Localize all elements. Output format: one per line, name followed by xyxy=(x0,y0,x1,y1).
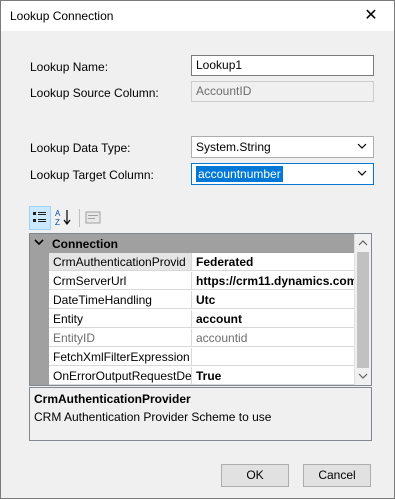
property-row[interactable]: Entity account xyxy=(30,310,355,329)
close-icon[interactable]: ✕ xyxy=(348,1,394,31)
lookup-source-field: AccountID xyxy=(191,81,374,102)
category-connection[interactable]: Connection xyxy=(30,234,355,253)
lookup-name-label: Lookup Name: xyxy=(30,60,109,74)
property-row[interactable]: FetchXmlFilterExpression xyxy=(30,348,355,367)
lookup-type-label: Lookup Data Type: xyxy=(30,141,131,155)
scroll-down-icon[interactable] xyxy=(358,371,368,381)
property-row[interactable]: OnErrorOutputRequestDe True xyxy=(30,367,355,385)
property-name: CrmServerUrl xyxy=(49,272,192,290)
property-name: FetchXmlFilterExpression xyxy=(49,348,192,366)
collapse-icon[interactable] xyxy=(34,236,46,250)
cancel-button[interactable]: Cancel xyxy=(303,464,371,487)
categorized-button[interactable] xyxy=(29,206,51,230)
property-name: CrmAuthenticationProvid xyxy=(49,253,192,271)
property-row[interactable]: CrmServerUrl https://crm11.dynamics.com xyxy=(30,272,355,291)
property-value: accountid xyxy=(192,329,355,347)
property-pages-button[interactable] xyxy=(83,206,105,230)
lookup-target-select[interactable]: accountnumber xyxy=(191,163,374,185)
lookup-name-field[interactable]: Lookup1 xyxy=(191,55,374,76)
lookup-type-select[interactable]: System.String xyxy=(191,136,374,158)
property-row[interactable]: DateTimeHandling Utc xyxy=(30,291,355,310)
property-value[interactable]: account xyxy=(192,310,355,328)
property-value[interactable] xyxy=(192,348,355,366)
category-label: Connection xyxy=(52,237,118,251)
property-grid[interactable]: Connection CrmAuthenticationProvid Feder… xyxy=(29,233,372,386)
property-name: OnErrorOutputRequestDe xyxy=(49,367,192,385)
chevron-down-icon xyxy=(357,170,367,176)
ok-button[interactable]: OK xyxy=(221,464,289,487)
property-pages-icon xyxy=(85,211,101,224)
toolbar-divider xyxy=(79,209,80,227)
property-value[interactable]: Federated xyxy=(192,253,355,271)
property-row[interactable]: CrmAuthenticationProvid Federated xyxy=(30,253,355,272)
property-value[interactable]: Utc xyxy=(192,291,355,309)
property-row[interactable]: EntityID accountid xyxy=(30,329,355,348)
description-text: CRM Authentication Provider Scheme to us… xyxy=(34,410,272,424)
description-title: CrmAuthenticationProvider xyxy=(34,392,191,406)
window-title: Lookup Connection xyxy=(10,9,114,23)
property-description-pane: CrmAuthenticationProvider CRM Authentica… xyxy=(29,387,372,441)
lookup-connection-dialog: Lookup Connection ✕ Lookup Name: Lookup1… xyxy=(0,0,395,499)
title-bar: Lookup Connection ✕ xyxy=(1,1,394,31)
svg-text:Z: Z xyxy=(55,218,60,227)
svg-text:A: A xyxy=(55,209,61,218)
property-name: Entity xyxy=(49,310,192,328)
property-grid-scrollbar[interactable] xyxy=(354,234,371,385)
property-name: DateTimeHandling xyxy=(49,291,192,309)
alphabetical-button[interactable]: A Z xyxy=(53,206,75,230)
scrollbar-thumb[interactable] xyxy=(357,252,369,368)
property-value[interactable]: True xyxy=(192,367,355,385)
lookup-target-label: Lookup Target Column: xyxy=(30,168,154,182)
property-name: EntityID xyxy=(49,329,192,347)
alphabetical-sort-icon: A Z xyxy=(55,209,71,227)
chevron-down-icon xyxy=(357,143,367,149)
scroll-up-icon[interactable] xyxy=(358,238,368,248)
property-value[interactable]: https://crm11.dynamics.com xyxy=(192,272,355,290)
lookup-source-label: Lookup Source Column: xyxy=(30,86,159,100)
categorized-icon xyxy=(33,212,46,222)
